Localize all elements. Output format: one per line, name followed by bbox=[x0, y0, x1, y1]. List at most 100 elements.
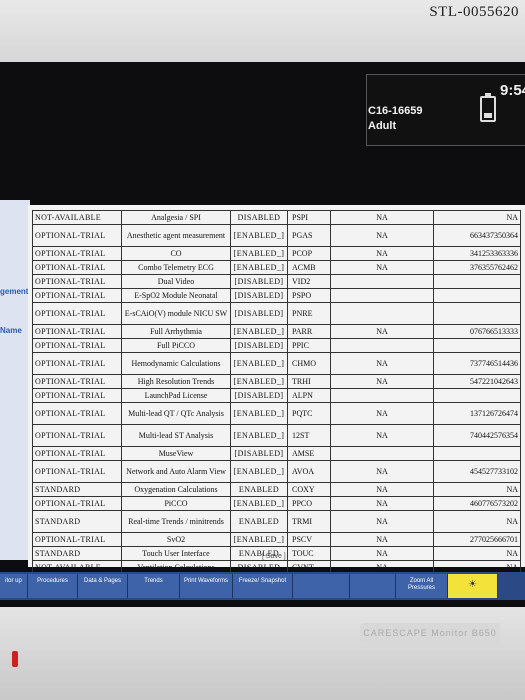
option-key bbox=[433, 288, 521, 303]
option-status: OPTIONAL-TRIAL bbox=[32, 352, 122, 375]
alarm-audio-icon[interactable]: ☀ bbox=[448, 574, 498, 598]
option-row[interactable]: OPTIONAL-TRIAL Combo Telemetry ECG [ENABLE… bbox=[32, 260, 521, 275]
option-na: NA bbox=[330, 546, 434, 561]
option-row[interactable]: OPTIONAL-TRIAL Full Arrhythmia [ENABLED_] P… bbox=[32, 324, 521, 339]
option-enabled: [ENABLED_] bbox=[230, 224, 288, 247]
option-code: PSPI bbox=[287, 210, 331, 225]
option-key: 076766513333 bbox=[433, 324, 521, 339]
option-key bbox=[433, 302, 521, 325]
softkey-button[interactable]: Data & Pages bbox=[78, 574, 128, 598]
option-status: OPTIONAL-TRIAL bbox=[32, 388, 122, 403]
softkey-button[interactable]: Freeze/ Snapshot bbox=[233, 574, 293, 598]
option-status: OPTIONAL-TRIAL bbox=[32, 246, 122, 261]
softkey-button[interactable]: itor up bbox=[0, 574, 28, 598]
option-name: Hemodynamic Calculations bbox=[121, 352, 231, 375]
option-row[interactable]: OPTIONAL-TRIAL Hemodynamic Calculations [E… bbox=[32, 352, 521, 375]
option-key: NA bbox=[433, 210, 521, 225]
option-code: TRMI bbox=[287, 510, 331, 533]
option-na: NA bbox=[330, 324, 434, 339]
option-key: 547221042643 bbox=[433, 374, 521, 389]
option-row[interactable]: OPTIONAL-TRIAL E-sCAiO(V) module NICU SW[… bbox=[32, 302, 521, 325]
softkey-button[interactable]: Zoom All Pressures bbox=[396, 574, 448, 598]
option-enabled: [ENABLED_] bbox=[230, 246, 288, 261]
option-code: AMSE bbox=[287, 446, 331, 461]
save-button[interactable]: [ Save ] bbox=[262, 553, 286, 560]
option-status: OPTIONAL-TRIAL bbox=[32, 374, 122, 389]
option-status: OPTIONAL-TRIAL bbox=[32, 402, 122, 425]
menu-label-management[interactable]: gement bbox=[0, 287, 28, 296]
option-row[interactable]: OPTIONAL-TRIAL CO [ENABLED_] PCOP NA 34125336… bbox=[32, 246, 521, 261]
option-name: Network and Auto Alarm View bbox=[121, 460, 231, 483]
option-row[interactable]: OPTIONAL-TRIAL E-SpO2 Module Neonatal [DIS… bbox=[32, 288, 521, 303]
option-row[interactable]: STANDARD Real-time Trends / minitrends ENA… bbox=[32, 510, 521, 533]
option-row[interactable]: OPTIONAL-TRIAL Dual Video [DISABLED] VID2 bbox=[32, 274, 521, 289]
option-status: OPTIONAL-TRIAL bbox=[32, 324, 122, 339]
option-code: VID2 bbox=[287, 274, 331, 289]
option-key bbox=[433, 446, 521, 461]
option-key bbox=[433, 388, 521, 403]
option-enabled: [ENABLED_] bbox=[230, 374, 288, 389]
option-code: TOUC bbox=[287, 546, 331, 561]
option-row[interactable]: OPTIONAL-TRIAL Multi-lead QT / QTc Analys… bbox=[32, 402, 521, 425]
softkey-button[interactable] bbox=[293, 574, 350, 598]
option-key: 341253363336 bbox=[433, 246, 521, 261]
option-na: NA bbox=[330, 496, 434, 511]
option-status: OPTIONAL-TRIAL bbox=[32, 302, 122, 325]
option-name: Combo Telemetry ECG bbox=[121, 260, 231, 275]
softkey-button[interactable]: Print Waveforms bbox=[180, 574, 233, 598]
option-status: OPTIONAL-TRIAL bbox=[32, 424, 122, 447]
option-name: Anesthetic agent measurement bbox=[121, 224, 231, 247]
option-code: PCOP bbox=[287, 246, 331, 261]
option-status: OPTIONAL-TRIAL bbox=[32, 460, 122, 483]
option-code: CHMO bbox=[287, 352, 331, 375]
option-na: NA bbox=[330, 260, 434, 275]
option-code: PNRE bbox=[287, 302, 331, 325]
option-row[interactable]: OPTIONAL-TRIAL High Resolution Trends [ENA… bbox=[32, 374, 521, 389]
option-enabled: [DISABLED] bbox=[230, 302, 288, 325]
option-row[interactable]: OPTIONAL-TRIAL Multi-lead ST Analysis [ENA… bbox=[32, 424, 521, 447]
option-enabled: [ENABLED_] bbox=[230, 260, 288, 275]
option-status: OPTIONAL-TRIAL bbox=[32, 288, 122, 303]
option-status: OPTIONAL-TRIAL bbox=[32, 274, 122, 289]
option-code: TRHI bbox=[287, 374, 331, 389]
option-status: OPTIONAL-TRIAL bbox=[32, 532, 122, 547]
option-enabled: ENABLED bbox=[230, 510, 288, 533]
softkey-button[interactable]: Procedures bbox=[28, 574, 78, 598]
option-row[interactable]: OPTIONAL-TRIAL LaunchPad License [DISABLED… bbox=[32, 388, 521, 403]
option-enabled: [ENABLED_] bbox=[230, 352, 288, 375]
option-row[interactable]: OPTIONAL-TRIAL Anesthetic agent measureme… bbox=[32, 224, 521, 247]
option-code: PGAS bbox=[287, 224, 331, 247]
clock: 9:54 bbox=[500, 82, 525, 99]
option-enabled: [ENABLED_] bbox=[230, 424, 288, 447]
option-row[interactable]: OPTIONAL-TRIAL Network and Auto Alarm Vie… bbox=[32, 460, 521, 483]
asset-tag-label: STL-0055620 bbox=[429, 4, 519, 20]
option-key: 376355762462 bbox=[433, 260, 521, 275]
option-code: PSCV bbox=[287, 532, 331, 547]
option-row[interactable]: OPTIONAL-TRIAL SvO2 [ENABLED_] PSCV NA 277025… bbox=[32, 532, 521, 547]
softkey-button[interactable] bbox=[350, 574, 396, 598]
option-na: NA bbox=[330, 352, 434, 375]
menu-label-name[interactable]: Name bbox=[0, 326, 22, 335]
option-na bbox=[330, 302, 434, 325]
option-key bbox=[433, 274, 521, 289]
option-name: E-sCAiO(V) module NICU SW bbox=[121, 302, 231, 325]
monitor-bezel-bottom bbox=[0, 607, 525, 700]
option-key: 460776573202 bbox=[433, 496, 521, 511]
option-status: OPTIONAL-TRIAL bbox=[32, 260, 122, 275]
option-na: NA bbox=[330, 224, 434, 247]
option-row[interactable]: STANDARD Oxygenation Calculations ENABLED C… bbox=[32, 482, 521, 497]
option-name: Full Arrhythmia bbox=[121, 324, 231, 339]
option-row[interactable]: NOT-AVAILABLE Analgesia / SPI DISABLED PSPI… bbox=[32, 210, 521, 225]
option-row[interactable]: OPTIONAL-TRIAL MuseView [DISABLED] AMSE bbox=[32, 446, 521, 461]
softkey-button[interactable]: Trends bbox=[128, 574, 180, 598]
option-na: NA bbox=[330, 532, 434, 547]
option-na: NA bbox=[330, 510, 434, 533]
option-row[interactable]: OPTIONAL-TRIAL PiCCO [ENABLED_] PPCO NA 46077… bbox=[32, 496, 521, 511]
option-status: STANDARD bbox=[32, 482, 122, 497]
option-name: Dual Video bbox=[121, 274, 231, 289]
patient-id: C16-16659 bbox=[368, 105, 423, 117]
option-name: E-SpO2 Module Neonatal bbox=[121, 288, 231, 303]
option-enabled: [DISABLED] bbox=[230, 388, 288, 403]
option-name: Multi-lead ST Analysis bbox=[121, 424, 231, 447]
option-row[interactable]: OPTIONAL-TRIAL Full PiCCO [DISABLED] PPIC bbox=[32, 338, 521, 353]
